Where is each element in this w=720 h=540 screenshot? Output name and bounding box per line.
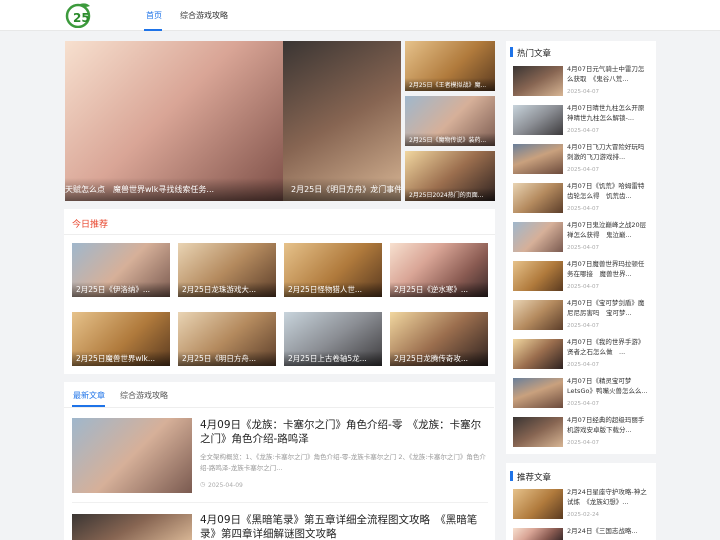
today-item-caption[interactable]: 2月25日魔兽世界wlk... — [72, 351, 170, 366]
hot-item-title[interactable]: 4月07日《我的世界手游》贤者之石怎么做 ... — [567, 337, 649, 357]
recommend-item-thumbnail[interactable] — [513, 528, 563, 540]
tab-game-guides[interactable]: 综合游戏攻略 — [120, 390, 168, 401]
nav-game-guides[interactable]: 综合游戏攻略 — [180, 10, 228, 21]
carousel-side-item[interactable]: 2月25日《魔物传说》装药... — [405, 96, 495, 146]
hot-item-date: 2025-04-07 — [567, 323, 599, 329]
hot-item-title[interactable]: 4月07日元气骑士中雷刀怎么获取 《鬼谷八荒... — [567, 64, 649, 84]
nav-active-indicator — [144, 29, 162, 31]
hot-item-title[interactable]: 4月07日《精灵宝可梦LetsGo》鸭嘴火兽怎么么... — [567, 376, 649, 396]
article-title[interactable]: 4月09日《龙族：卡塞尔之门》角色介绍-零 《龙族：卡塞尔之门》角色介绍-路鸣泽 — [200, 418, 488, 446]
hot-item-thumbnail[interactable] — [513, 183, 563, 213]
article-thumbnail[interactable] — [72, 418, 192, 493]
recommend-articles-title: 推荐文章 — [517, 473, 552, 483]
hot-item-title[interactable]: 4月07日经典的超级玛丽手机游戏安卓版下载分... — [567, 415, 649, 435]
recommend-item-date: 2025-02-24 — [567, 512, 599, 518]
hot-item-date: 2025-04-07 — [567, 128, 599, 134]
top-header: 25 首页 综合游戏攻略 — [0, 0, 720, 31]
hot-item-date: 2025-04-07 — [567, 167, 599, 173]
hot-item-thumbnail[interactable] — [513, 105, 563, 135]
hot-item-title[interactable]: 4月07日飞刀大冒险好玩吗 刺激的飞刀游戏排... — [567, 142, 649, 162]
hot-item-date: 2025-04-07 — [567, 206, 599, 212]
article-thumbnail[interactable] — [72, 514, 192, 540]
hot-item-date: 2025-04-07 — [567, 89, 599, 95]
hot-item-date: 2025-04-07 — [567, 284, 599, 290]
carousel-caption-left[interactable]: 天赋怎么点 魔兽世界wlk寻找线索任务... — [65, 178, 283, 201]
carousel-main-slide-right — [283, 41, 401, 201]
hot-item-thumbnail[interactable] — [513, 300, 563, 330]
hot-item-thumbnail[interactable] — [513, 378, 563, 408]
carousel-side-item[interactable]: 2月25日《王者模拟战》魔... — [405, 41, 495, 91]
clock-icon: ◷ — [200, 481, 206, 488]
today-item[interactable]: 2月25日魔兽世界wlk... — [72, 312, 170, 366]
site-logo-text: 25 — [73, 11, 90, 25]
hot-item-title[interactable]: 4月07日《饥荒》哈姆雷特齿轮怎么得 饥荒齿... — [567, 181, 649, 201]
hot-item-thumbnail[interactable] — [513, 339, 563, 369]
today-item[interactable]: 2月25日龙腾传奇攻... — [390, 312, 488, 366]
article-title[interactable]: 4月09日《黑暗笔录》第五章详细全流程图文攻略 《黑暗笔录》第四章详细解谜图文攻… — [200, 513, 488, 540]
tab-divider — [64, 407, 494, 408]
today-item-caption[interactable]: 2月25日龙腾传奇攻... — [390, 351, 488, 366]
hot-articles-title: 热门文章 — [517, 49, 552, 59]
hot-item-date: 2025-04-07 — [567, 440, 599, 446]
tab-latest[interactable]: 最新文章 — [73, 390, 105, 401]
today-recommend-title: 今日推荐 — [72, 220, 109, 230]
today-item[interactable]: 2月25日怪物猎人世... — [284, 243, 382, 297]
carousel-caption-right[interactable]: 2月25日《明日方舟》龙门事件... — [283, 178, 401, 201]
today-item-caption[interactable]: 2月25日怪物猎人世... — [284, 282, 382, 297]
recommend-item-title[interactable]: 2月24日星座守护攻略-神之试炼 《龙族幻想》... — [567, 487, 649, 507]
hot-item-title[interactable]: 4月07日《宝可梦剑盾》魔尼尼厉害吗 宝可梦... — [567, 298, 649, 318]
carousel-side-caption[interactable]: 2月25日2024热门的页面... — [405, 188, 495, 201]
nav-home[interactable]: 首页 — [146, 10, 162, 21]
carousel-side-caption[interactable]: 2月25日《魔物传说》装药... — [405, 133, 495, 146]
hot-item-thumbnail[interactable] — [513, 261, 563, 291]
today-item-caption[interactable]: 2月25日《逆水寒》... — [390, 282, 488, 297]
article-divider — [72, 502, 488, 503]
today-item-caption[interactable]: 2月25日《伊洛纳》... — [72, 282, 170, 297]
today-item-caption[interactable]: 2月25日龙珠游戏大... — [178, 282, 276, 297]
hot-item-date: 2025-04-07 — [567, 362, 599, 368]
hot-item-title[interactable]: 4月07日晴世九柱怎么开原神晴世九柱怎么解锁-... — [567, 103, 649, 123]
recommend-item-thumbnail[interactable] — [513, 489, 563, 519]
carousel-side-item[interactable]: 2月25日2024热门的页面... — [405, 151, 495, 201]
today-item[interactable]: 2月25日上古卷轴5龙... — [284, 312, 382, 366]
article-summary: 全文架构概览：1、《龙族:卡塞尔之门》角色介绍-零-龙族卡塞尔之门 2、《龙族:… — [200, 453, 486, 472]
recommend-item-title[interactable]: 2月24日《三国志战略... — [567, 526, 649, 538]
today-divider — [64, 234, 495, 235]
carousel-main-slide[interactable]: 天赋怎么点 魔兽世界wlk寻找线索任务... 2月25日《明日方舟》龙门事件..… — [65, 41, 401, 201]
today-item-caption[interactable]: 2月25日上古卷轴5龙... — [284, 351, 382, 366]
hot-item-date: 2025-04-07 — [567, 245, 599, 251]
today-item[interactable]: 2月25日《伊洛纳》... — [72, 243, 170, 297]
today-item[interactable]: 2月25日《逆水寒》... — [390, 243, 488, 297]
today-item[interactable]: 2月25日《明日方舟... — [178, 312, 276, 366]
hot-item-title[interactable]: 4月07日魔兽世界玛拉顿任务在哪接 魔兽世界... — [567, 259, 649, 279]
hot-item-thumbnail[interactable] — [513, 144, 563, 174]
hot-item-thumbnail[interactable] — [513, 66, 563, 96]
carousel-side-caption[interactable]: 2月25日《王者模拟战》魔... — [405, 78, 495, 91]
article-date: 2025-04-09 — [208, 482, 243, 489]
today-item[interactable]: 2月25日龙珠游戏大... — [178, 243, 276, 297]
hot-item-date: 2025-04-07 — [567, 401, 599, 407]
hot-item-title[interactable]: 4月07日鬼泣巅峰之战20层禅怎么获得 鬼泣巅... — [567, 220, 649, 240]
hot-title-marker — [510, 47, 513, 57]
hot-item-thumbnail[interactable] — [513, 417, 563, 447]
recommend-title-marker — [510, 471, 513, 481]
today-item-caption[interactable]: 2月25日《明日方舟... — [178, 351, 276, 366]
hot-item-thumbnail[interactable] — [513, 222, 563, 252]
